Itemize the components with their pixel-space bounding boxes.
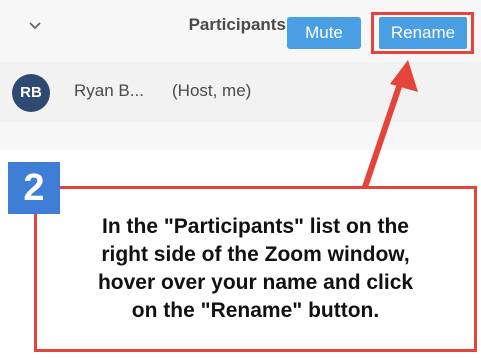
collapse-panel-button[interactable] [22,12,48,38]
instruction-callout: In the "Participants" list on the right … [34,186,477,352]
participant-row[interactable]: RB Ryan B... (Host, me) [0,62,481,122]
participant-name: Ryan B... [74,81,144,100]
rename-button[interactable]: Rename [379,17,467,49]
step-number-badge: 2 [8,162,60,214]
participant-role: (Host, me) [172,81,252,100]
chevron-down-icon [29,22,41,30]
avatar: RB [12,74,50,112]
mute-button[interactable]: Mute [287,17,361,49]
instruction-text: In the "Participants" list on the right … [97,215,414,322]
